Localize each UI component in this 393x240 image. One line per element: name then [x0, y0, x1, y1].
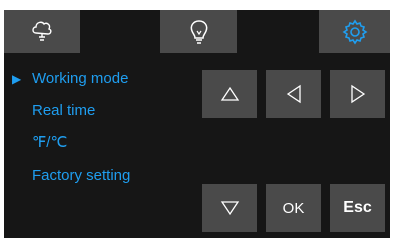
up-button[interactable]	[202, 70, 257, 118]
selected-arrow-icon: ▶	[12, 72, 22, 86]
down-button[interactable]	[202, 184, 257, 232]
right-button[interactable]	[330, 70, 385, 118]
menu-item-real-time[interactable]: Real time	[4, 100, 194, 122]
menu-item-label: Real time	[32, 102, 96, 119]
cloud-icon	[31, 20, 53, 44]
menu-item-label: ℉/℃	[32, 134, 68, 151]
left-button[interactable]	[266, 70, 321, 118]
menu-item-label: Working mode	[32, 70, 129, 87]
esc-button[interactable]: Esc	[330, 184, 385, 232]
top-toolbar	[4, 10, 390, 53]
menu-item-temperature-unit[interactable]: ℉/℃	[4, 132, 194, 154]
triangle-up-icon	[220, 86, 240, 102]
light-bulb-icon	[189, 19, 209, 45]
ok-button[interactable]: OK	[266, 184, 321, 232]
triangle-right-icon	[350, 84, 366, 104]
menu-item-label: Factory setting	[32, 167, 131, 184]
triangle-left-icon	[286, 84, 302, 104]
settings-button[interactable]	[319, 10, 390, 53]
control-panel-screen: ▶ Working mode Real time ℉/℃ Factory set…	[4, 10, 390, 238]
ok-label: OK	[282, 199, 305, 217]
light-button[interactable]	[160, 10, 237, 53]
gear-icon	[342, 19, 368, 45]
menu-item-factory-setting[interactable]: Factory setting	[4, 165, 194, 187]
home-button[interactable]	[4, 10, 80, 53]
menu-item-working-mode[interactable]: ▶ Working mode	[4, 68, 194, 90]
esc-label: Esc	[343, 199, 372, 216]
triangle-down-icon	[220, 200, 240, 216]
